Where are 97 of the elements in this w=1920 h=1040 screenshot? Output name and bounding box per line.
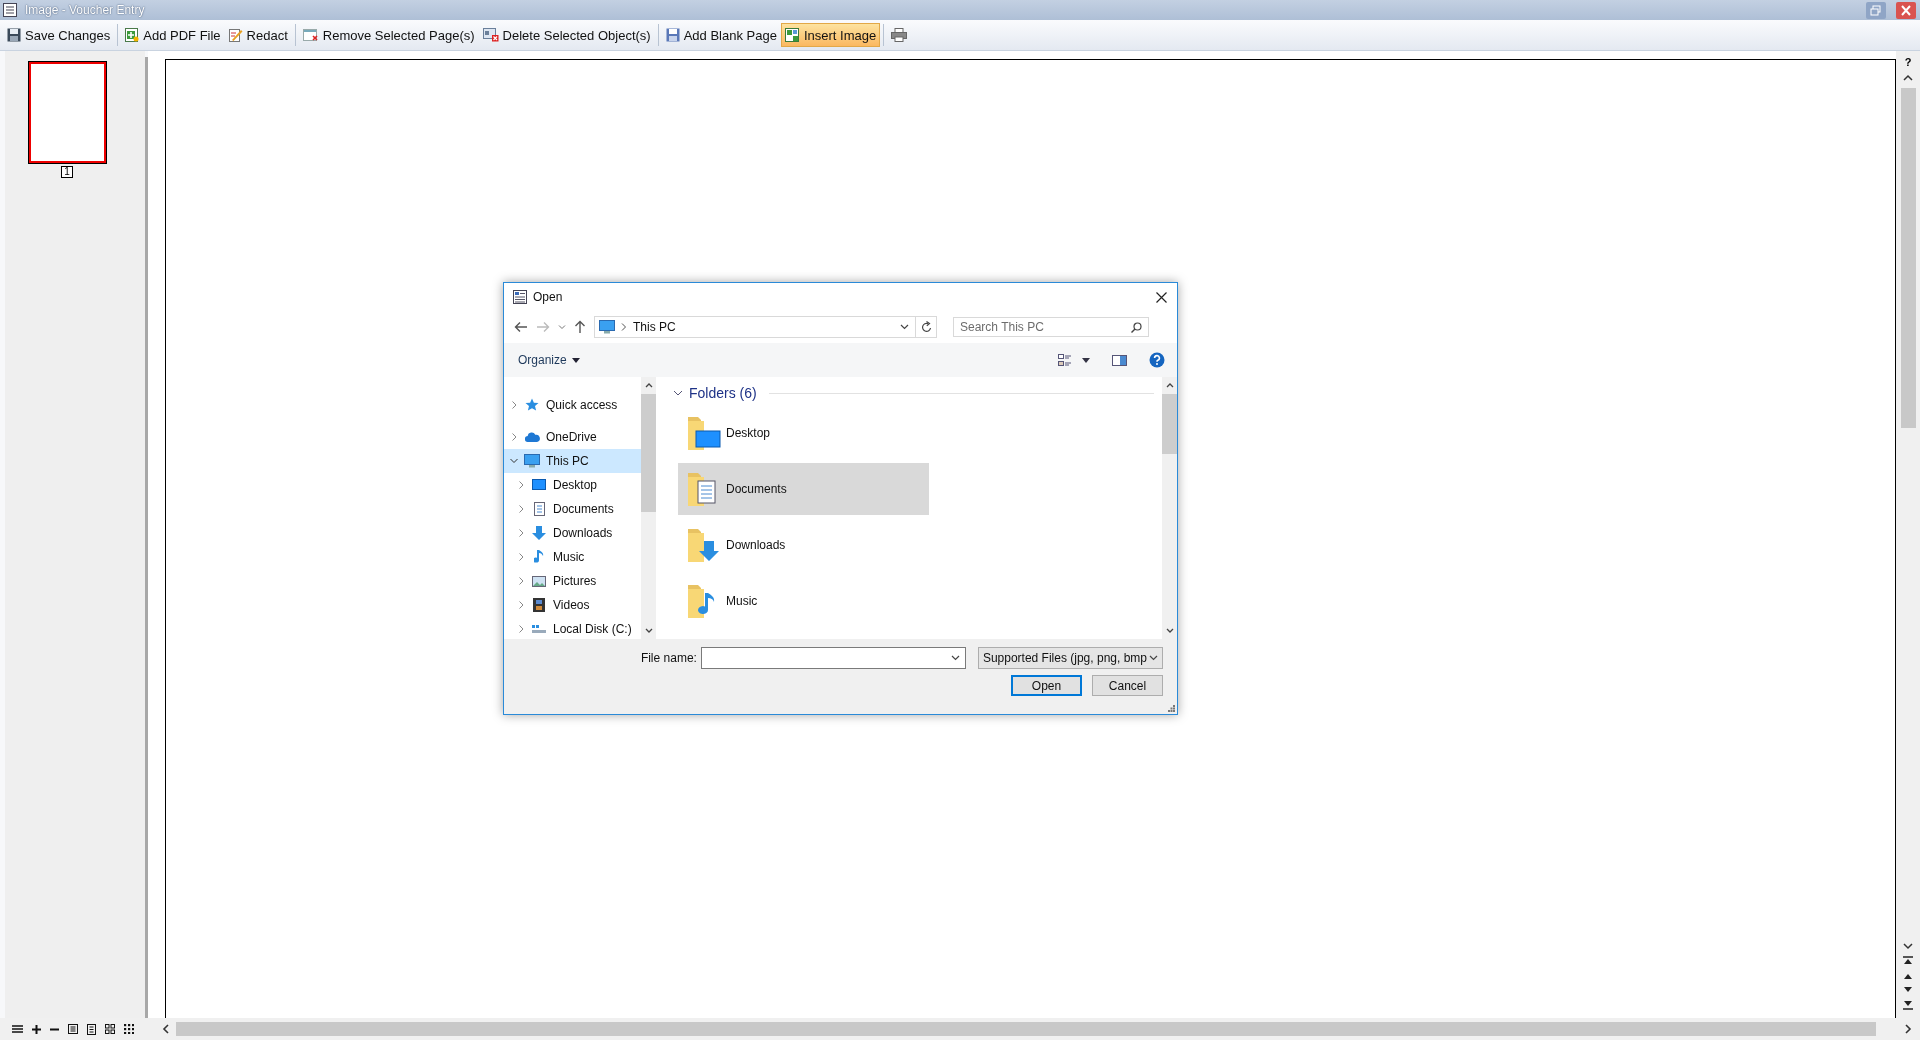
- resize-grip-icon[interactable]: [1168, 705, 1175, 712]
- document-icon: [533, 502, 545, 516]
- nav-item[interactable]: Videos: [504, 593, 641, 617]
- up-arrow-icon[interactable]: [574, 320, 586, 334]
- chevron-down-icon[interactable]: [950, 655, 960, 661]
- close-icon[interactable]: [1156, 291, 1167, 303]
- scrollbar-thumb[interactable]: [1900, 88, 1916, 428]
- search-field[interactable]: Search This PC: [953, 317, 1149, 337]
- page-width-icon[interactable]: [68, 1024, 78, 1034]
- next-page-icon[interactable]: [1903, 986, 1913, 994]
- chevron-down-icon[interactable]: [673, 389, 683, 397]
- preview-pane-icon[interactable]: [1112, 354, 1127, 366]
- chevron-down-icon: [900, 324, 909, 330]
- dialog-icon: [513, 290, 527, 304]
- star-icon: [525, 398, 539, 412]
- nav-item[interactable]: This PC: [504, 449, 641, 473]
- folder-item[interactable]: Documents: [678, 463, 929, 515]
- chevron-right-icon: [621, 323, 627, 331]
- nav-item[interactable]: OneDrive: [504, 425, 641, 449]
- desktop-folder-icon: [686, 415, 722, 451]
- computer-icon: [599, 320, 615, 334]
- folder-item[interactable]: Desktop: [678, 407, 929, 459]
- close-button[interactable]: [1896, 1, 1916, 19]
- toolbar-button[interactable]: Add PDF File: [121, 23, 225, 47]
- dialog-button[interactable]: Open: [1011, 675, 1082, 696]
- remove-page-icon: [302, 28, 319, 42]
- help-icon[interactable]: [1149, 352, 1165, 368]
- nav-item[interactable]: Local Disk (C:): [504, 617, 641, 639]
- dialog-title: Open: [533, 290, 563, 304]
- chevron-up-icon[interactable]: [1903, 74, 1913, 82]
- file-name-field[interactable]: [700, 647, 966, 669]
- toolbar-button[interactable]: Redact: [224, 23, 292, 47]
- chevron-up-icon[interactable]: [1165, 382, 1174, 388]
- four-grid-icon[interactable]: [105, 1024, 115, 1034]
- search-icon: [1131, 322, 1142, 333]
- single-page-icon[interactable]: [87, 1023, 96, 1035]
- file-type-dropdown[interactable]: Supported Files (jpg, png, bmp: [977, 647, 1163, 669]
- page-thumbnail[interactable]: [27, 61, 107, 164]
- toolbar-button[interactable]: Add Blank Page: [661, 23, 781, 47]
- last-page-icon[interactable]: [1903, 1000, 1913, 1010]
- film-icon: [533, 598, 545, 612]
- toolbar-button[interactable]: Insert Image: [780, 23, 881, 47]
- first-page-icon[interactable]: [1903, 956, 1913, 966]
- view-options-icon[interactable]: [1058, 353, 1072, 367]
- back-arrow-icon[interactable]: [514, 321, 528, 333]
- desktop-icon: [532, 479, 546, 491]
- organize-button[interactable]: Organize: [516, 351, 582, 369]
- scrollbar-thumb[interactable]: [176, 1022, 1876, 1036]
- group-header[interactable]: Folders (6): [689, 385, 757, 401]
- nav-item[interactable]: Desktop: [504, 473, 641, 497]
- scrollbar-thumb[interactable]: [1162, 394, 1177, 454]
- add-file-icon: [125, 28, 140, 42]
- chevron-left-icon[interactable]: [162, 1024, 170, 1034]
- downloads-folder-icon: [686, 527, 722, 563]
- chevron-down-icon[interactable]: [644, 628, 653, 634]
- refresh-icon: [920, 321, 932, 333]
- toolbar-button[interactable]: Remove Selected Page(s): [298, 23, 479, 47]
- menu-icon[interactable]: [12, 1025, 23, 1033]
- nine-grid-icon[interactable]: [124, 1024, 134, 1034]
- insert-image-icon: [784, 28, 800, 42]
- folder-item[interactable]: Music: [678, 575, 929, 627]
- previous-page-icon[interactable]: [1903, 972, 1913, 980]
- music-note-icon: [534, 550, 544, 564]
- cloud-icon: [524, 432, 540, 442]
- delete-object-icon: [482, 28, 499, 42]
- nav-item[interactable]: Music: [504, 545, 641, 569]
- toolbar-button[interactable]: Save Changes: [3, 23, 115, 47]
- zoom-in-icon[interactable]: [32, 1024, 41, 1034]
- computer-icon: [524, 454, 540, 468]
- chevron-right-icon[interactable]: [1904, 1024, 1912, 1034]
- chevron-up-icon[interactable]: [644, 382, 653, 388]
- scrollbar-thumb[interactable]: [641, 394, 656, 512]
- chevron-down-icon[interactable]: [1165, 628, 1174, 634]
- dialog-button[interactable]: Cancel: [1092, 675, 1163, 696]
- nav-item[interactable]: Documents: [504, 497, 641, 521]
- help-mark[interactable]: ?: [1904, 57, 1912, 68]
- chevron-down-icon[interactable]: [1903, 942, 1913, 950]
- window-title: Image - Voucher Entry: [25, 3, 145, 17]
- zoom-out-icon[interactable]: [50, 1027, 59, 1031]
- toolbar-button[interactable]: Delete Selected Object(s): [478, 23, 655, 47]
- landscape-icon: [532, 575, 546, 587]
- page-number: 1: [61, 166, 73, 178]
- chevron-down-icon: [1149, 655, 1158, 661]
- download-arrow-icon: [532, 526, 546, 540]
- nav-item[interactable]: Downloads: [504, 521, 641, 545]
- pencil-page-icon: [228, 28, 243, 42]
- printer-icon: [891, 28, 908, 42]
- refresh-button[interactable]: [916, 316, 937, 338]
- drive-icon: [532, 625, 546, 633]
- caret-icon[interactable]: [1082, 357, 1090, 363]
- folder-item[interactable]: Downloads: [678, 519, 929, 571]
- app-icon: [3, 3, 17, 17]
- nav-item[interactable]: Pictures: [504, 569, 641, 593]
- caret-icon: [571, 357, 580, 363]
- address-bar[interactable]: This PC: [594, 316, 916, 338]
- file-name-label: File name:: [640, 651, 697, 665]
- nav-item[interactable]: Quick access: [504, 393, 641, 417]
